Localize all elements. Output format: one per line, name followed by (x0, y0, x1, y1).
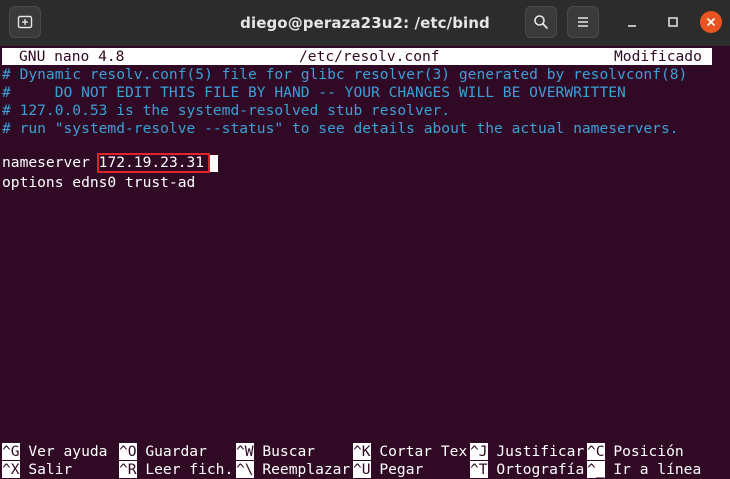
window-title: diego@peraza23u2: /etc/bind (240, 14, 490, 32)
options-line[interactable]: options edns0 trust-ad (2, 174, 195, 192)
shortcut-read-file[interactable]: ^R Leer fich. (119, 461, 233, 479)
maximize-button[interactable] (659, 8, 687, 36)
comment-line-4: # run "systemd-resolve --status" to see … (2, 120, 679, 137)
new-tab-icon (17, 15, 33, 29)
nano-version: GNU nano 4.8 (19, 48, 125, 65)
shortcut-replace[interactable]: ^\ Reemplazar (236, 461, 350, 479)
shortcut-label: Cortar Tex (370, 443, 468, 460)
shortcut-cut-text[interactable]: ^K Cortar Tex (353, 443, 467, 461)
shortcut-spelling[interactable]: ^T Ortografía (470, 461, 584, 479)
nameserver-highlight-box (97, 153, 210, 173)
shortcut-exit[interactable]: ^X Salir (2, 461, 72, 479)
close-button[interactable] (700, 11, 722, 33)
shortcut-key: ^G (2, 443, 20, 460)
search-button[interactable] (525, 6, 557, 38)
shortcut-save[interactable]: ^O Guardar (119, 443, 207, 461)
nano-header-bar: GNU nano 4.8 /etc/resolv.conf Modificado (2, 48, 712, 65)
shortcut-key: ^\ (236, 461, 254, 478)
search-icon (534, 15, 548, 29)
text-cursor (210, 155, 218, 172)
comment-line-2: # DO NOT EDIT THIS FILE BY HAND -- YOUR … (2, 84, 626, 101)
nameserver-keyword: nameserver (2, 154, 99, 171)
shortcut-search[interactable]: ^W Buscar (236, 443, 315, 461)
shortcut-label: Ortografía (487, 461, 585, 478)
shortcut-go-to-line[interactable]: ^_ Ir a línea (587, 461, 701, 479)
shortcut-label: Buscar (253, 443, 316, 460)
shortcut-key: ^X (2, 461, 20, 478)
shortcut-key: ^_ (587, 461, 605, 478)
menu-button[interactable] (567, 6, 599, 38)
comment-line-3: # 127.0.0.53 is the systemd-resolved stu… (2, 102, 451, 119)
shortcut-justify[interactable]: ^J Justificar (470, 443, 584, 461)
shortcut-position[interactable]: ^C Posición (587, 443, 684, 461)
shortcut-help[interactable]: ^G Ver ayuda (2, 443, 107, 461)
shortcut-key: ^T (470, 461, 488, 478)
shortcut-key: ^K (353, 443, 371, 460)
comment-line-1: # Dynamic resolv.conf(5) file for glibc … (2, 66, 688, 83)
hamburger-menu-icon (578, 17, 588, 27)
new-tab-button[interactable] (9, 6, 41, 38)
shortcut-paste[interactable]: ^U Pegar (353, 461, 423, 479)
shortcut-label: Ver ayuda (19, 443, 108, 460)
shortcut-key: ^R (119, 461, 137, 478)
shortcut-label: Leer fich. (136, 461, 234, 478)
shortcut-key: ^C (587, 443, 605, 460)
terminal-area[interactable]: GNU nano 4.8 /etc/resolv.conf Modificado… (0, 46, 730, 479)
shortcut-key: ^W (236, 443, 254, 460)
maximize-icon (668, 17, 678, 27)
nano-filename: /etc/resolv.conf (299, 48, 440, 65)
shortcut-label: Ir a línea (604, 461, 702, 478)
shortcut-label: Salir (19, 461, 73, 478)
shortcut-label: Pegar (370, 461, 424, 478)
close-icon (707, 18, 715, 26)
title-bar[interactable]: diego@peraza23u2: /etc/bind (0, 0, 730, 46)
shortcut-label: Posición (604, 443, 684, 460)
nano-modified-status: Modificado (614, 48, 702, 65)
minimize-icon (628, 25, 636, 27)
shortcut-label: Justificar (487, 443, 585, 460)
shortcut-key: ^J (470, 443, 488, 460)
terminal-window: diego@peraza23u2: /etc/bind GNU nano 4.8… (0, 0, 730, 479)
shortcut-key: ^U (353, 461, 371, 478)
shortcut-label: Reemplazar (253, 461, 351, 478)
minimize-button[interactable] (618, 8, 646, 36)
shortcut-key: ^O (119, 443, 137, 460)
shortcut-label: Guardar (136, 443, 207, 460)
